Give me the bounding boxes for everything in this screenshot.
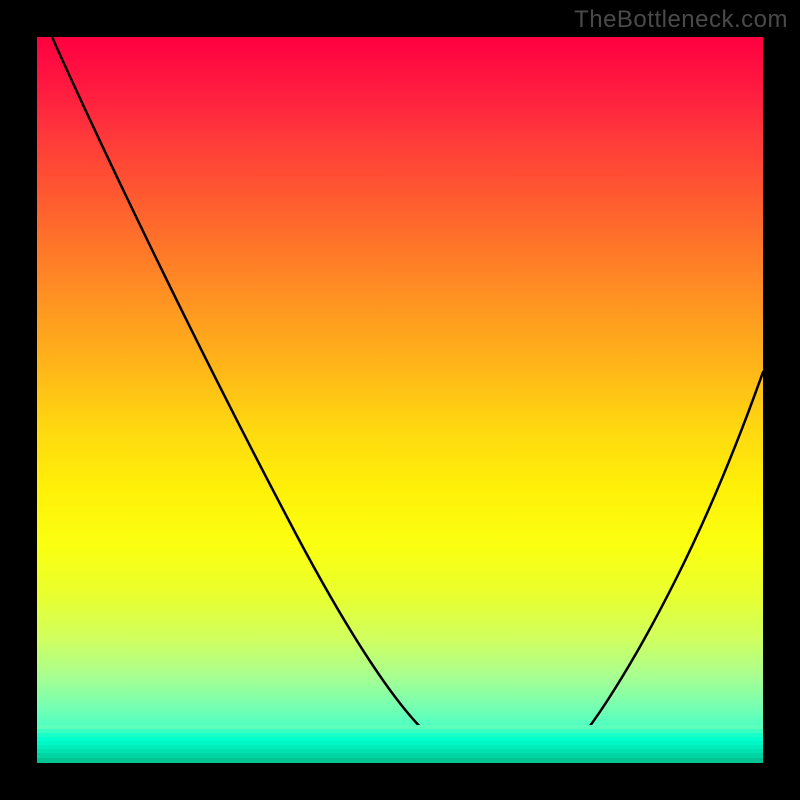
watermark-text: TheBottleneck.com	[574, 6, 788, 34]
chart-bottom-stripes	[37, 725, 763, 763]
chart-curve-svg	[37, 37, 763, 763]
stripe	[37, 758, 763, 763]
chart-plot-area	[37, 37, 763, 763]
chart-main-curve	[52, 37, 763, 758]
